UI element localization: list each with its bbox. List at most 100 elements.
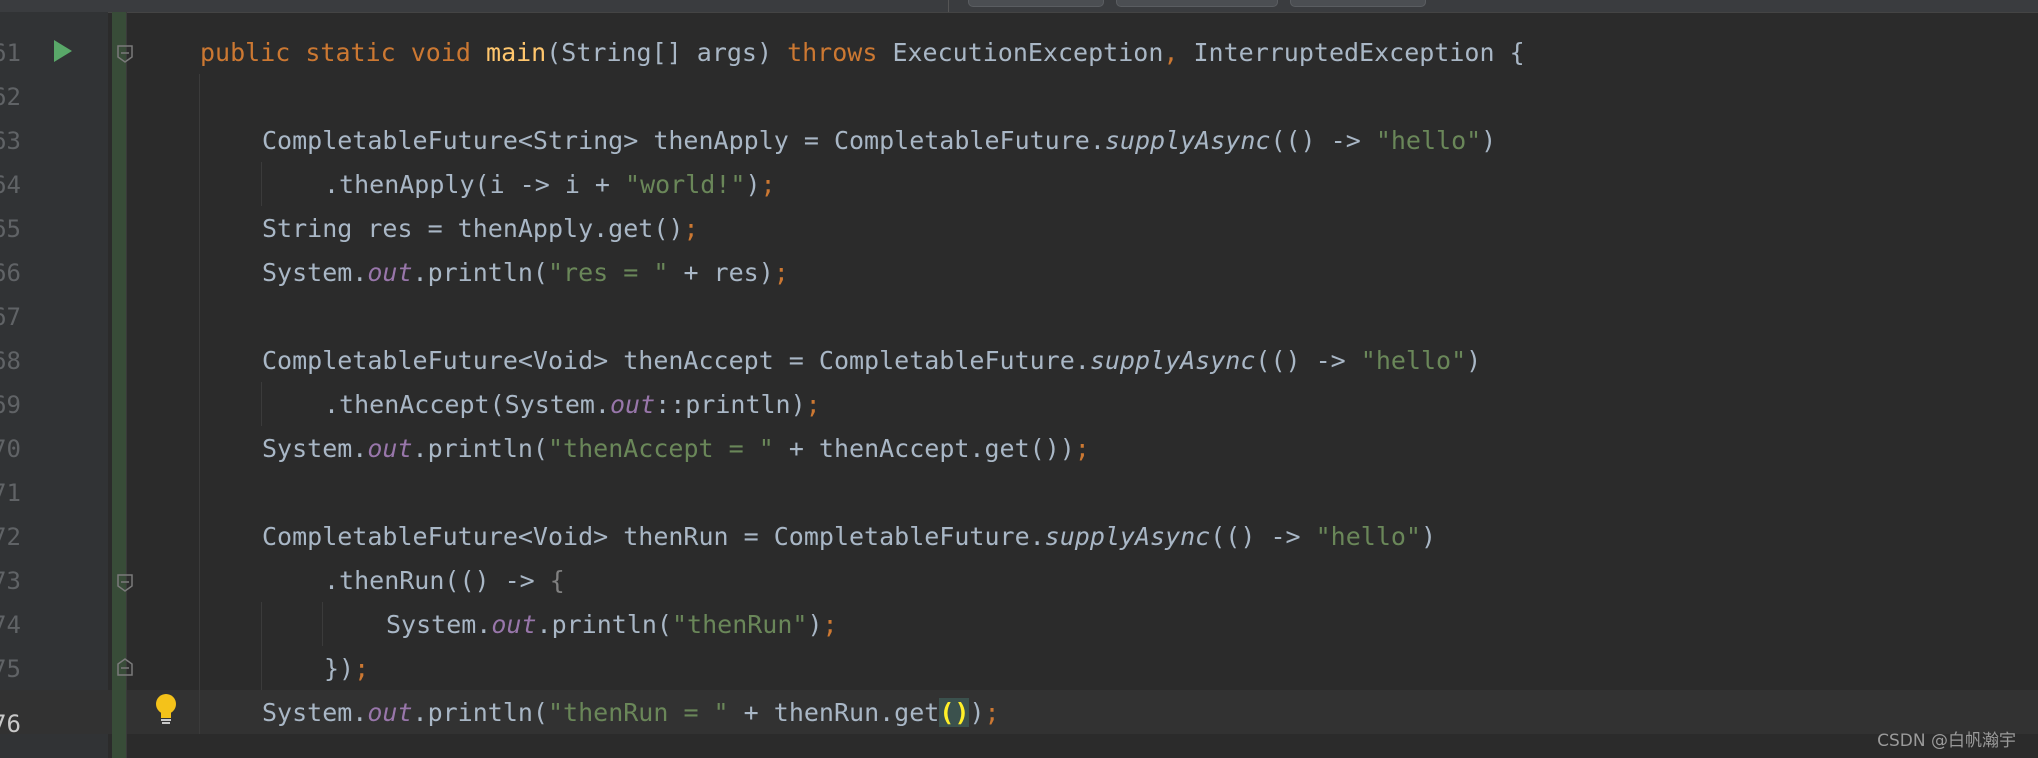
fold-icon[interactable] [117, 658, 133, 676]
token-static-method: supplyAsync [1044, 522, 1211, 551]
toolbar-tab-2[interactable] [1116, 0, 1278, 7]
token-text: .println( [412, 698, 548, 727]
token-brace: { [549, 566, 565, 595]
line-number: 70 [0, 435, 21, 463]
toolbar-tab-1[interactable] [968, 0, 1104, 7]
token-semicolon: ; [760, 170, 776, 199]
fold-icon[interactable] [117, 45, 133, 63]
token-text: ) [1420, 522, 1437, 551]
line-number: 62 [0, 83, 21, 111]
code-line-66: System.out.println("res = " + res); [262, 251, 789, 295]
token-matched-brace: () [939, 698, 970, 727]
run-icon[interactable] [54, 40, 72, 62]
code-line-64: .thenApply(i -> i + "world!"); [324, 163, 776, 207]
toolbar-tab-3[interactable] [1290, 0, 1426, 7]
token-string: "thenAccept = " [547, 434, 774, 463]
token-text: System. [262, 434, 368, 463]
token-text: .println( [412, 258, 548, 287]
line-number: 71 [0, 479, 21, 507]
token-keyword: static [305, 38, 396, 67]
intention-bulb-icon[interactable] [154, 693, 178, 727]
editor-tab-strip [0, 0, 2038, 13]
token-text: .thenApply(i -> i + [324, 170, 626, 199]
token-static-method: supplyAsync [1089, 346, 1256, 375]
indent-guide [199, 74, 200, 734]
token-text: CompletableFuture<String> thenApply = Co… [262, 126, 1105, 155]
token-text: ::println) [655, 390, 806, 419]
token-text: .thenAccept(System. [324, 390, 610, 419]
token-text: ) [969, 698, 985, 727]
line-number: 66 [0, 259, 21, 287]
token-string: "hello" [1315, 522, 1421, 551]
token-text: + thenRun.get [728, 698, 940, 727]
token-text: (() -> [1270, 126, 1376, 155]
gutter-separator [126, 12, 127, 758]
token-text: .println( [536, 610, 672, 639]
code-line-69: .thenAccept(System.out::println); [324, 383, 821, 427]
token-keyword: throws [787, 38, 878, 67]
line-number: 68 [0, 347, 21, 375]
code-line-63: CompletableFuture<String> thenApply = Co… [262, 119, 1496, 163]
token-punctuation: , [1163, 38, 1179, 67]
code-line-68: CompletableFuture<Void> thenAccept = Com… [262, 339, 1481, 383]
token-text: (() -> [1255, 346, 1361, 375]
token-static-field: out [491, 610, 537, 639]
token-string: "world!" [625, 170, 746, 199]
vcs-change-marker[interactable] [112, 12, 126, 758]
token-text: String res = thenApply.get() [262, 214, 684, 243]
token-semicolon: ; [984, 698, 1000, 727]
token-text: System. [386, 610, 492, 639]
token-text: }) [324, 654, 355, 683]
code-line-70: System.out.println("thenAccept = " + the… [262, 427, 1090, 471]
indent-guide [261, 602, 262, 690]
token-text: System. [262, 258, 368, 287]
token-text: (String[] args) [546, 38, 788, 67]
token-string: "thenRun = " [547, 698, 729, 727]
token-method-name: main [486, 38, 547, 67]
token-text: + res) [668, 258, 774, 287]
token-text: InterruptedException { [1178, 38, 1525, 67]
tab-strip-divider [948, 0, 949, 12]
fold-icon[interactable] [117, 574, 133, 592]
token-semicolon: ; [805, 390, 821, 419]
token-string: "hello" [1375, 126, 1482, 155]
code-line-73: .thenRun(() -> { [324, 559, 565, 603]
token-semicolon: ; [683, 214, 699, 243]
line-number: 61 [0, 39, 21, 67]
token-static-field: out [367, 258, 413, 287]
token-text: ) [1481, 126, 1497, 155]
token-text: .println( [412, 434, 548, 463]
token-static-field: out [367, 434, 413, 463]
token-text: (() -> [1210, 522, 1316, 551]
line-number: 64 [0, 171, 21, 199]
token-text: System. [262, 698, 368, 727]
indent-guide [261, 162, 262, 206]
code-line-74: System.out.println("thenRun"); [386, 603, 838, 647]
code-line-75: }); [324, 647, 369, 691]
line-number: 73 [0, 567, 21, 595]
token-text: ExecutionException [877, 38, 1164, 67]
token-string: "hello" [1360, 346, 1467, 375]
line-number: 72 [0, 523, 21, 551]
code-line-72: CompletableFuture<Void> thenRun = Comple… [262, 515, 1436, 559]
token-static-field: out [367, 698, 413, 727]
token-text: CompletableFuture<Void> thenAccept = Com… [262, 346, 1090, 375]
token-text: + thenAccept.get()) [773, 434, 1075, 463]
line-numbers: 61 62 63 64 65 66 67 68 69 70 71 72 73 7… [0, 12, 30, 758]
token-string: "thenRun" [671, 610, 808, 639]
code-line-76: System.out.println("thenRun = " + thenRu… [262, 691, 1000, 735]
indent-guide [322, 602, 323, 646]
token-semicolon: ; [354, 654, 370, 683]
token-semicolon: ; [773, 258, 789, 287]
token-text: CompletableFuture<Void> thenRun = Comple… [262, 522, 1045, 551]
token-text: ) [807, 610, 823, 639]
token-semicolon: ; [822, 610, 838, 639]
line-number: 67 [0, 303, 21, 331]
line-number: 75 [0, 655, 21, 683]
line-number: 69 [0, 391, 21, 419]
token-string: "res = " [547, 258, 669, 287]
token-static-method: supplyAsync [1104, 126, 1271, 155]
line-number: 63 [0, 127, 21, 155]
line-number: 74 [0, 611, 21, 639]
token-text: .thenRun(() -> [324, 566, 550, 595]
